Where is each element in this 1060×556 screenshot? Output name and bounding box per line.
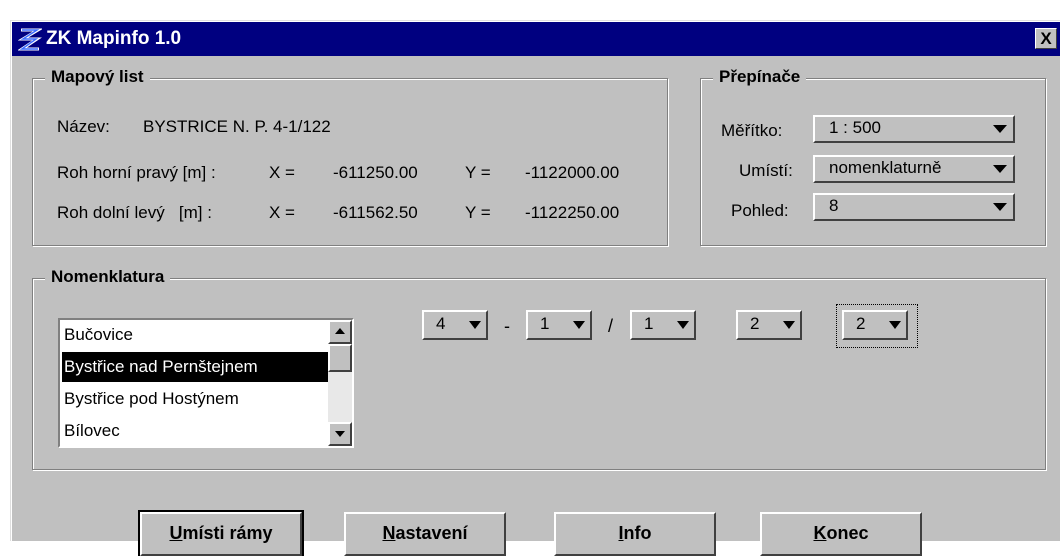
konec-label: onec [826, 523, 869, 543]
main-window: ZK Mapinfo 1.0 X Mapový list Název: BYST… [10, 20, 1060, 556]
nazev-value: BYSTRICE N. P. 4-1/122 [143, 117, 331, 136]
group-title-nomenklatura: Nomenklatura [45, 267, 171, 287]
list-item-selected[interactable]: Bystřice nad Pernštejnem [62, 352, 332, 382]
chevron-down-icon [993, 165, 1007, 173]
roh-horni-x-label: X = [269, 163, 295, 182]
selector-3-value: 1 [644, 314, 654, 333]
separator-slash: / [608, 316, 614, 336]
roh-dolni-label: Roh dolní levý [m] : [57, 203, 212, 222]
chevron-down-icon [889, 321, 901, 329]
pohled-value: 8 [829, 196, 839, 215]
meritko-value: 1 : 500 [829, 118, 881, 137]
roh-dolni-y-label: Y = [465, 203, 491, 222]
pohled-select[interactable]: 8 [813, 193, 1015, 221]
group-mapovy-list: Mapový list Název: BYSTRICE N. P. 4-1/12… [32, 67, 668, 246]
konec-hotkey: K [813, 523, 827, 543]
meritko-select[interactable]: 1 : 500 [813, 115, 1015, 143]
roh-dolni-x-value: -611562.50 [333, 203, 418, 222]
nomenklatura-selector-5[interactable]: 2 [842, 310, 908, 340]
chevron-down-icon [993, 125, 1007, 133]
umisti-ramy-button[interactable]: Umísti rámy [138, 510, 304, 556]
chevron-down-icon [993, 203, 1007, 211]
umisti-ramy-label: místi rámy [182, 523, 273, 543]
meritko-label: Měřítko: [721, 121, 783, 140]
nastaveni-label: astavení [395, 523, 468, 543]
roh-horni-x-value: -611250.00 [333, 163, 418, 182]
umisti-ramy-hotkey: U [169, 523, 183, 543]
nomenklatura-selector-2[interactable]: 1 [526, 310, 592, 340]
chevron-down-icon [469, 321, 481, 329]
nomenklatura-selector-3[interactable]: 1 [630, 310, 696, 340]
title-bar[interactable]: ZK Mapinfo 1.0 X [12, 22, 1060, 56]
info-label: nfo [623, 523, 652, 543]
nastaveni-hotkey: N [382, 523, 396, 543]
selector-1-value: 4 [436, 314, 446, 333]
window-title: ZK Mapinfo 1.0 [46, 28, 182, 49]
separator-dash: - [504, 316, 510, 336]
chevron-down-icon [677, 321, 689, 329]
umisti-value: nomenklaturně [829, 158, 942, 177]
pohled-label: Pohled: [731, 201, 789, 220]
list-item[interactable]: Bílovec [62, 416, 332, 446]
roh-dolni-y-value: -1122250.00 [525, 203, 620, 222]
town-listbox[interactable]: Bučovice Bystřice nad Pernštejnem Bystři… [58, 318, 354, 448]
chevron-down-icon [573, 321, 585, 329]
selector-5-value: 2 [856, 314, 866, 333]
umisti-label: Umístí: [739, 161, 793, 180]
roh-dolni-x-label: X = [269, 203, 295, 222]
list-item[interactable]: Bystřice pod Hostýnem [62, 384, 332, 414]
app-logo-icon [18, 28, 42, 51]
scroll-down-icon[interactable] [328, 422, 352, 446]
scroll-up-icon[interactable] [328, 320, 352, 344]
roh-horni-y-label: Y = [465, 163, 491, 182]
roh-horni-label: Roh horní pravý [m] : [57, 163, 216, 182]
group-title-prepinace: Přepínače [713, 67, 807, 87]
info-button[interactable]: Info [554, 512, 716, 556]
list-item[interactable]: Bučovice [62, 320, 332, 350]
nastaveni-button[interactable]: Nastavení [344, 512, 506, 556]
scroll-thumb[interactable] [328, 344, 352, 372]
group-prepinace: Přepínače Měřítko: 1 : 500 Umístí: nomen… [700, 67, 1046, 246]
listbox-scrollbar[interactable] [328, 320, 352, 446]
group-title-mapovy-list: Mapový list [45, 67, 150, 87]
nazev-label: Název: [57, 117, 110, 136]
selector-4-value: 2 [750, 314, 760, 333]
konec-button[interactable]: Konec [760, 512, 922, 556]
roh-horni-y-value: -1122000.00 [525, 163, 620, 182]
nomenklatura-selector-4[interactable]: 2 [736, 310, 802, 340]
nomenklatura-selector-1[interactable]: 4 [422, 310, 488, 340]
close-button[interactable]: X [1035, 28, 1057, 49]
chevron-down-icon [783, 321, 795, 329]
selector-2-value: 1 [540, 314, 550, 333]
umisti-select[interactable]: nomenklaturně [813, 155, 1015, 183]
